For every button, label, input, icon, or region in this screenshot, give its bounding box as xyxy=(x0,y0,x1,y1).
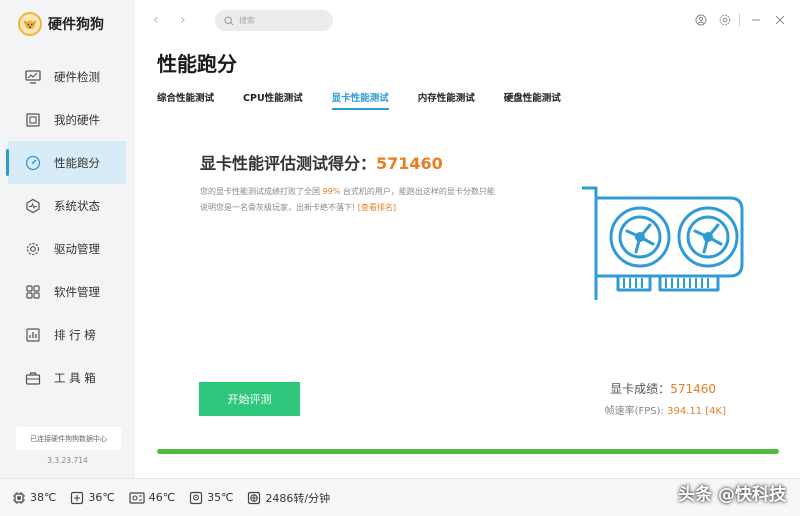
sidebar-item-label: 硬件检测 xyxy=(54,69,100,84)
minimize-icon[interactable] xyxy=(748,12,764,28)
sidebar-item-label: 排 行 榜 xyxy=(54,327,96,342)
pulse-icon xyxy=(24,197,42,215)
fan-speed: 2486转/分钟 xyxy=(247,490,330,506)
test-tabs: 综合性能测试 CPU性能测试 显卡性能测试 内存性能测试 硬盘性能测试 xyxy=(157,90,590,110)
monitor-icon xyxy=(24,68,42,86)
sidebar-item-ranking[interactable]: 排 行 榜 xyxy=(0,313,135,356)
score-heading: 显卡性能评估测试得分：571460 xyxy=(200,150,443,174)
topbar: ‹ › 搜索 xyxy=(135,0,800,42)
tab-disk[interactable]: 硬盘性能测试 xyxy=(504,90,561,110)
sidebar-item-label: 系统状态 xyxy=(54,198,100,213)
fps-label: 帧速率(FPS): xyxy=(604,406,664,417)
sidebar-nav: 硬件检测 我的硬件 性能跑分 系统状态 驱动管理 软件管理 排 行 榜 工 具 … xyxy=(0,55,135,399)
toolbox-icon xyxy=(24,369,42,387)
gpu-icon xyxy=(70,491,84,505)
sidebar-item-toolbox[interactable]: 工 具 箱 xyxy=(0,356,135,399)
gpu-score-value: 571460 xyxy=(670,382,716,396)
gear-icon xyxy=(24,240,42,258)
board-icon xyxy=(24,111,42,129)
page-title: 性能跑分 xyxy=(157,52,237,76)
motherboard-icon xyxy=(129,491,145,505)
gpu-temp: 36℃ xyxy=(70,491,115,505)
back-icon[interactable]: ‹ xyxy=(153,12,159,28)
search-placeholder: 搜索 xyxy=(239,16,255,25)
gauge-icon xyxy=(24,154,42,172)
tab-memory[interactable]: 内存性能测试 xyxy=(418,90,475,110)
fan-icon xyxy=(247,491,261,505)
score-value: 571460 xyxy=(376,154,443,173)
sidebar-item-label: 我的硬件 xyxy=(54,112,100,127)
user-icon[interactable] xyxy=(693,12,709,28)
cpu-icon xyxy=(12,491,26,505)
gpu-score-result: 显卡成绩：571460 xyxy=(610,380,716,397)
sidebar-item-system-status[interactable]: 系统状态 xyxy=(0,184,135,227)
sidebar-item-label: 驱动管理 xyxy=(54,241,100,256)
graphics-card-icon xyxy=(578,182,746,304)
sidebar-item-software-manage[interactable]: 软件管理 xyxy=(0,270,135,313)
score-description: 您的显卡性能测试成绩打败了全国 99% 台式机的用户，能跑出这样的显卡分数只能说… xyxy=(200,184,500,216)
motherboard-temp-value: 46℃ xyxy=(148,491,176,504)
dog-logo-icon xyxy=(18,12,42,36)
motherboard-temp: 46℃ xyxy=(129,491,175,505)
disk-temp: 35℃ xyxy=(189,491,233,505)
sidebar-item-label: 性能跑分 xyxy=(54,155,100,170)
fps-result: 帧速率(FPS): 394.11 [4K] xyxy=(605,402,726,417)
sidebar: 硬件狗狗 硬件检测 我的硬件 性能跑分 系统状态 驱动管理 软件管理 排 行 榜… xyxy=(0,0,135,478)
forward-icon[interactable]: › xyxy=(180,12,186,28)
sidebar-item-my-hardware[interactable]: 我的硬件 xyxy=(0,98,135,141)
app-logo: 硬件狗狗 xyxy=(18,12,104,36)
score-heading-label: 显卡性能评估测试得分： xyxy=(200,154,377,173)
sidebar-item-label: 软件管理 xyxy=(54,284,100,299)
close-icon[interactable] xyxy=(772,12,788,28)
tab-overall[interactable]: 综合性能测试 xyxy=(157,90,214,110)
desc-text-1: 您的显卡性能测试成绩打败了全国 xyxy=(200,187,320,196)
apps-icon xyxy=(24,283,42,301)
cpu-temp: 38℃ xyxy=(12,491,56,505)
disk-icon xyxy=(189,491,203,505)
gpu-score-label: 显卡成绩： xyxy=(610,382,671,396)
fan-speed-value: 2486转/分钟 xyxy=(265,491,331,505)
sidebar-item-label: 工 具 箱 xyxy=(54,370,96,385)
watermark: 头条 @快科技 xyxy=(678,485,786,505)
sidebar-item-hardware-detect[interactable]: 硬件检测 xyxy=(0,55,135,98)
ranking-icon xyxy=(24,326,42,344)
window-controls-divider xyxy=(739,14,740,26)
tab-gpu[interactable]: 显卡性能测试 xyxy=(331,90,389,110)
version-label: 3.3.23.714 xyxy=(47,456,88,465)
start-benchmark-button[interactable]: 开始评测 xyxy=(199,382,300,416)
disk-temp-value: 35℃ xyxy=(207,491,234,504)
sidebar-item-driver-manage[interactable]: 驱动管理 xyxy=(0,227,135,270)
search-input[interactable]: 搜索 xyxy=(215,10,333,31)
percent-value: 99% xyxy=(322,187,341,196)
sidebar-item-benchmark[interactable]: 性能跑分 xyxy=(6,141,126,184)
tab-cpu[interactable]: CPU性能测试 xyxy=(243,90,303,110)
benchmark-progress-bar xyxy=(157,449,779,454)
search-icon xyxy=(224,11,234,30)
view-ranking-link[interactable]: [查看排名] xyxy=(358,203,396,212)
datacenter-status[interactable]: 已连接硬件狗狗数据中心 xyxy=(16,427,121,450)
fps-value: 394.11 [4K] xyxy=(667,406,726,417)
progress-fill xyxy=(157,449,779,454)
gpu-temp-value: 36℃ xyxy=(88,491,115,504)
app-name: 硬件狗狗 xyxy=(48,17,104,33)
cpu-temp-value: 38℃ xyxy=(30,491,57,504)
settings-icon[interactable] xyxy=(717,12,733,28)
